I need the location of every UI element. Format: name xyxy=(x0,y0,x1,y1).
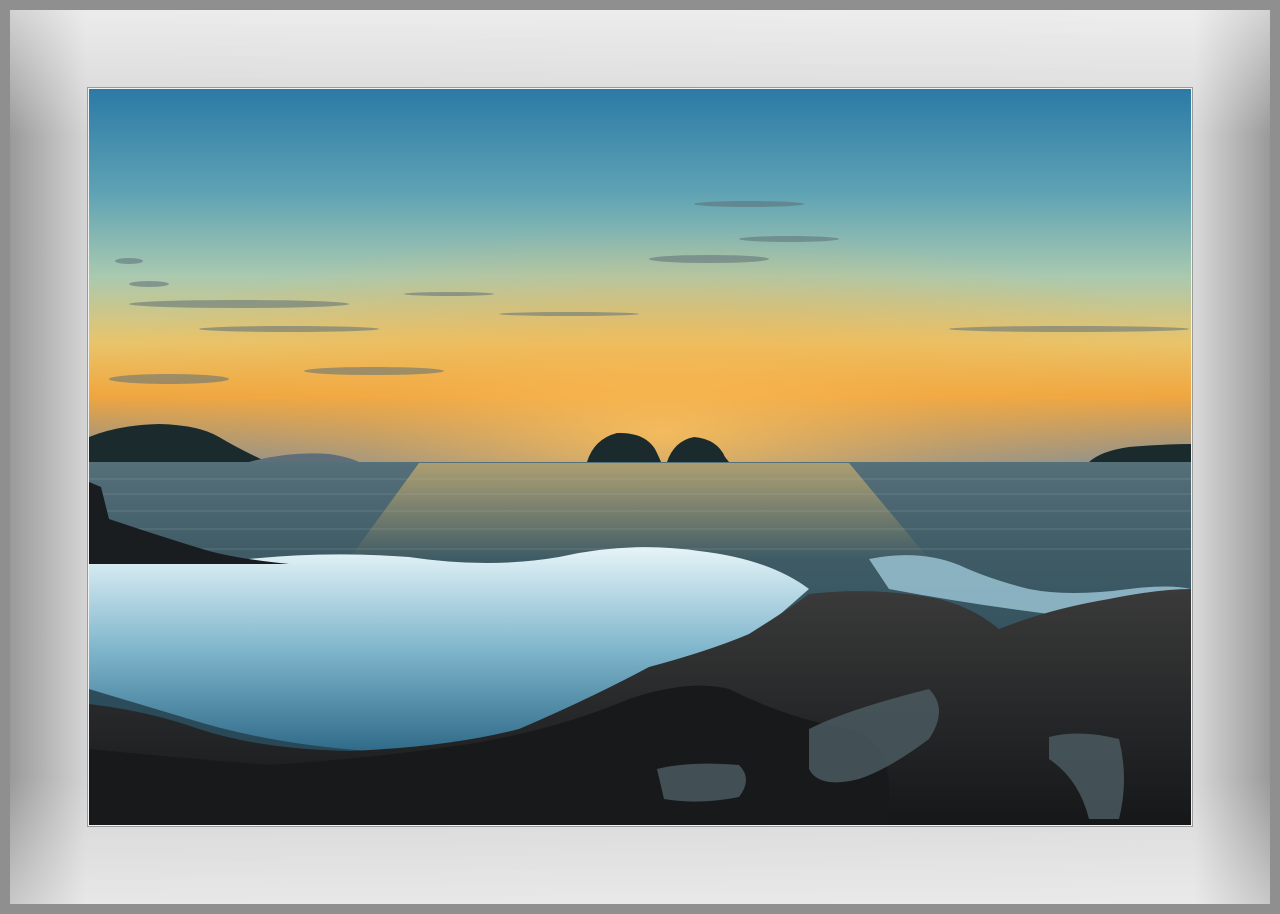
sun-glow xyxy=(89,89,1191,463)
seascape-image xyxy=(89,89,1191,825)
photograph xyxy=(88,88,1192,826)
